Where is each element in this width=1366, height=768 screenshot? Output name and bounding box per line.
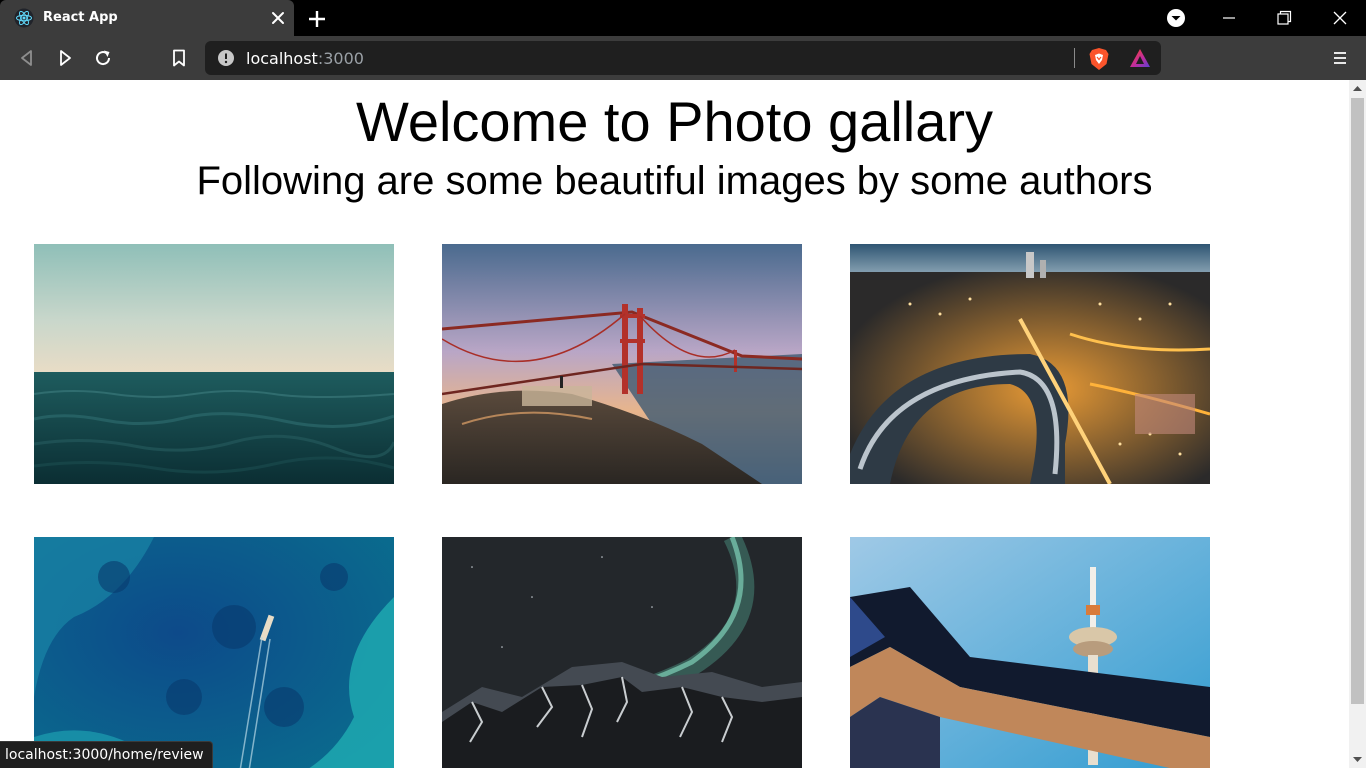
page-scrollbar[interactable] xyxy=(1349,80,1366,768)
react-logo-icon xyxy=(14,8,34,28)
tv-tower-photo xyxy=(850,537,1210,768)
bookmark-icon[interactable] xyxy=(168,47,190,69)
forward-icon[interactable] xyxy=(54,47,76,69)
tab-strip: React App xyxy=(0,0,1366,36)
brave-rewards-icon[interactable] xyxy=(1129,48,1151,68)
gallery-image-golden-gate-bridge[interactable] xyxy=(442,244,802,484)
hamburger-menu-icon[interactable] xyxy=(1330,48,1350,68)
url-host: localhost xyxy=(246,49,318,68)
aerial-reef-boat-photo xyxy=(34,537,394,768)
url-port: :3000 xyxy=(317,49,364,68)
aurora-mountains-photo xyxy=(442,537,802,768)
profile-dropdown-icon[interactable] xyxy=(1164,6,1188,30)
page-subtitle: Following are some beautiful images by s… xyxy=(196,159,1153,203)
gallery-image-city-at-night[interactable] xyxy=(850,244,1210,484)
gallery-image-tv-tower[interactable] xyxy=(850,537,1210,768)
page-viewport: Welcome to Photo gallary Following are s… xyxy=(0,80,1349,768)
address-bar-divider xyxy=(1074,48,1075,68)
page-title: Welcome to Photo gallary xyxy=(355,90,994,153)
gallery-image-ocean-horizon[interactable] xyxy=(34,244,394,484)
back-icon[interactable] xyxy=(16,47,38,69)
minimize-icon[interactable] xyxy=(1217,6,1241,30)
scroll-up-arrow-icon[interactable] xyxy=(1349,80,1366,97)
gallery-image-aurora-mountains[interactable] xyxy=(442,537,802,768)
city-at-night-photo xyxy=(850,244,1210,484)
browser-toolbar: localhost:3000 xyxy=(0,36,1366,80)
golden-gate-bridge-photo xyxy=(442,244,802,484)
scrollbar-thumb[interactable] xyxy=(1351,98,1364,704)
tab-title: React App xyxy=(43,10,118,25)
link-status-bar: localhost:3000/home/review xyxy=(0,741,213,768)
close-window-icon[interactable] xyxy=(1328,6,1352,30)
close-tab-icon[interactable] xyxy=(270,10,286,26)
site-info-icon[interactable] xyxy=(217,49,235,67)
scroll-down-arrow-icon[interactable] xyxy=(1349,751,1366,768)
new-tab-plus-icon[interactable] xyxy=(306,8,328,30)
restore-icon[interactable] xyxy=(1272,6,1296,30)
address-bar[interactable]: localhost:3000 xyxy=(205,41,1161,75)
gallery-image-aerial-reef-boat[interactable] xyxy=(34,537,394,768)
url-text[interactable]: localhost:3000 xyxy=(246,49,364,68)
tab-react-app[interactable]: React App xyxy=(0,0,294,36)
reload-icon[interactable] xyxy=(92,47,114,69)
brave-shields-icon[interactable] xyxy=(1088,47,1110,71)
ocean-horizon-photo xyxy=(34,244,394,484)
